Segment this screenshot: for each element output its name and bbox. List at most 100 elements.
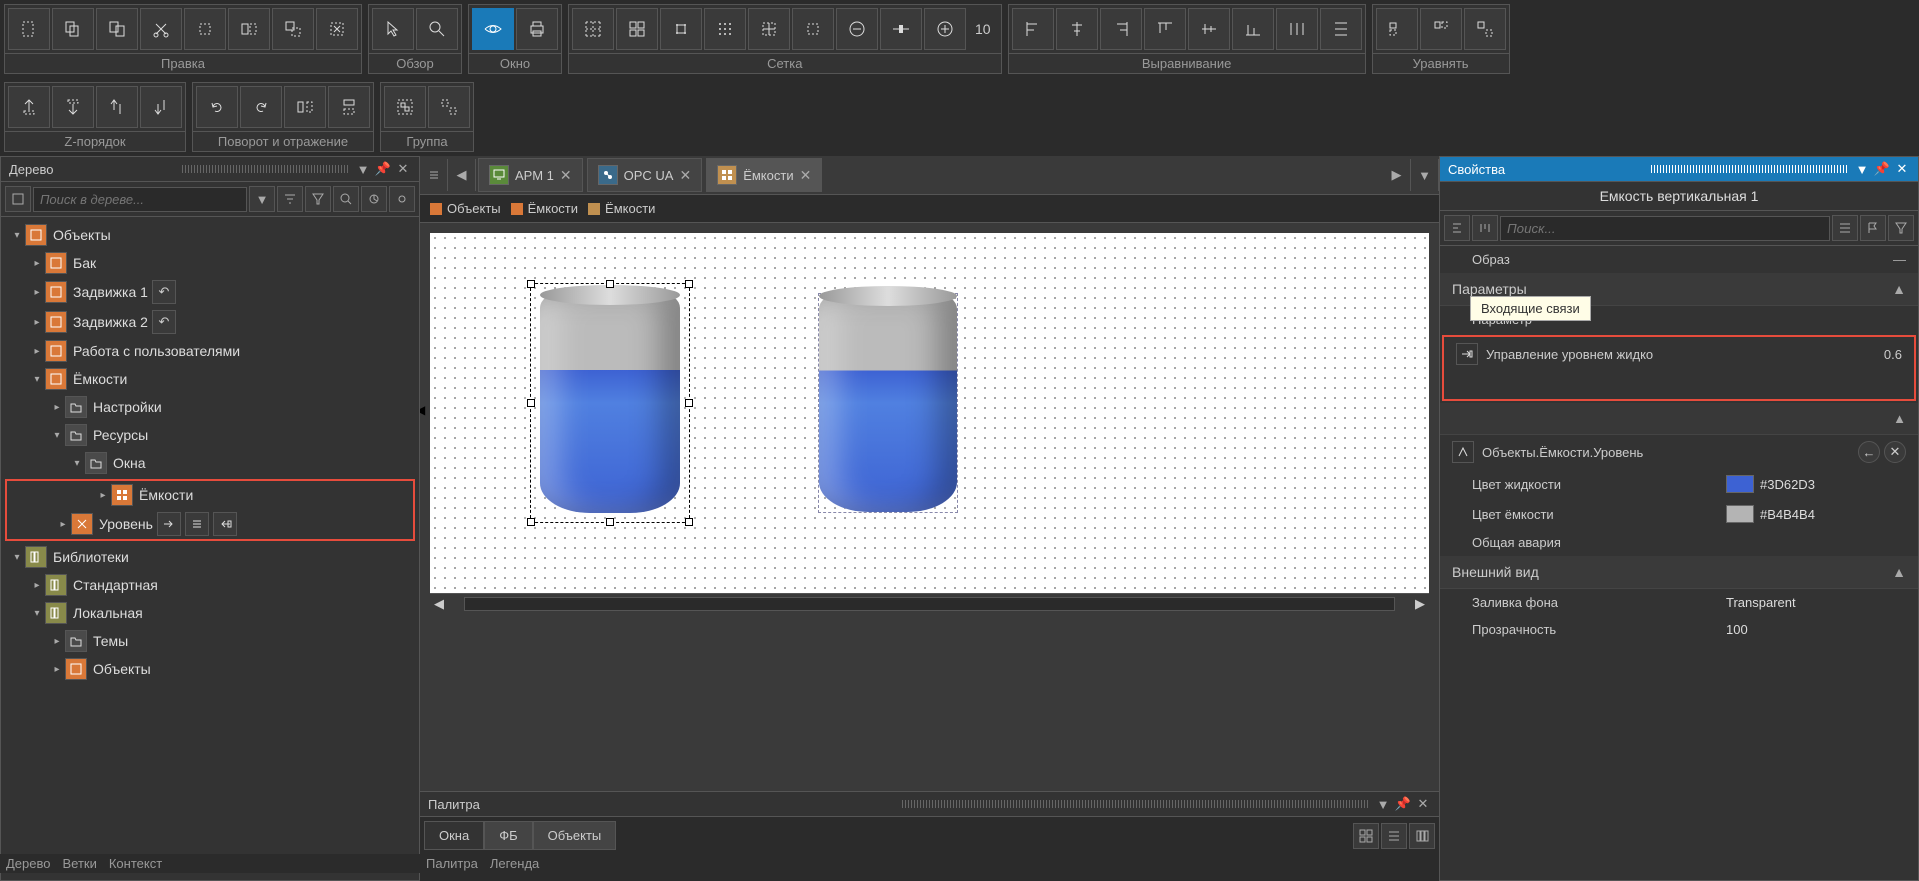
filter-button-2[interactable] [305, 186, 331, 212]
grid-btn-5[interactable] [748, 8, 790, 50]
select-all-button[interactable] [272, 8, 314, 50]
grid-slider[interactable] [880, 8, 922, 50]
tree-search-input[interactable] [33, 187, 247, 212]
breadcrumb-item[interactable]: Ёмкости [511, 201, 578, 216]
tree-item-bak[interactable]: ▸ Бак [1, 249, 419, 277]
liquid-level-row[interactable]: Управление уровнем жидко 0.6 [1444, 337, 1914, 371]
tree-item-themes[interactable]: ▸ Темы [1, 627, 419, 655]
tree-item-local[interactable]: ▾ Локальная [1, 599, 419, 627]
backward-button[interactable] [140, 86, 182, 128]
view-grid-large-button[interactable] [1353, 823, 1379, 849]
panel-grip[interactable] [902, 800, 1370, 808]
resize-handle-e[interactable] [685, 399, 693, 407]
close-icon[interactable]: ✕ [395, 161, 411, 177]
minus-icon[interactable]: — [1893, 252, 1906, 267]
group-button[interactable] [384, 86, 426, 128]
tree-root-objects[interactable]: ▾ Объекты [1, 221, 419, 249]
link-icon[interactable] [1456, 343, 1478, 365]
list-icon[interactable] [185, 512, 209, 536]
selection-box[interactable] [530, 283, 690, 523]
tab-opcua[interactable]: OPC UA ✕ [587, 158, 703, 192]
close-icon[interactable]: ✕ [560, 167, 572, 184]
close-icon[interactable]: ✕ [679, 167, 691, 184]
tree-item-settings[interactable]: ▸ Настройки [1, 393, 419, 421]
resize-handle-se[interactable] [685, 518, 693, 526]
param-value[interactable]: 0.6 [1884, 347, 1902, 362]
prop-value[interactable]: Transparent [1726, 595, 1906, 610]
print-button[interactable] [516, 8, 558, 50]
resize-handle-nw[interactable] [527, 280, 535, 288]
eq-height-button[interactable] [1420, 8, 1462, 50]
undo-icon[interactable]: ↶ [152, 310, 176, 334]
panel-grip[interactable] [1651, 165, 1848, 173]
tree-settings-button[interactable] [5, 186, 31, 212]
delete-button[interactable] [316, 8, 358, 50]
tree-item-resources[interactable]: ▾ Ресурсы [1, 421, 419, 449]
color-swatch[interactable] [1726, 475, 1754, 493]
grid-btn-1[interactable] [572, 8, 614, 50]
back-button[interactable]: ← [1858, 441, 1880, 463]
eq-size-button[interactable] [1464, 8, 1506, 50]
duplicate-button[interactable] [96, 8, 138, 50]
filter-button-1[interactable] [277, 186, 303, 212]
grid-btn-4[interactable] [704, 8, 746, 50]
palette-tab-fb[interactable]: ФБ [484, 821, 532, 850]
canvas-hscroll[interactable]: ◀ ▶ [430, 593, 1429, 613]
tree-item-valve1[interactable]: ▸ Задвижка 1 ↶ [1, 277, 419, 307]
link-out-icon[interactable] [213, 512, 237, 536]
resize-handle-w[interactable] [527, 399, 535, 407]
color-swatch[interactable] [1726, 505, 1754, 523]
zoom-in-button[interactable] [924, 8, 966, 50]
to-back-button[interactable] [52, 86, 94, 128]
align-top-button[interactable] [1144, 8, 1186, 50]
eq-width-button[interactable] [1376, 8, 1418, 50]
flip-h-button[interactable] [284, 86, 326, 128]
pin-icon[interactable]: 📌 [1395, 796, 1411, 812]
tree-item-lib-objects[interactable]: ▸ Объекты [1, 655, 419, 683]
view-columns-button[interactable] [1409, 823, 1435, 849]
forward-button[interactable] [96, 86, 138, 128]
prop-value[interactable]: #B4B4B4 [1726, 505, 1906, 523]
canvas[interactable]: ◀ [430, 233, 1429, 593]
grid-btn-2[interactable] [616, 8, 658, 50]
tab-arm[interactable]: АРМ 1 ✕ [478, 158, 583, 192]
rotate-ccw-button[interactable] [196, 86, 238, 128]
zoom-out-button[interactable] [836, 8, 878, 50]
tab-menu-button[interactable]: ▼ [1411, 159, 1439, 191]
panel-grip[interactable] [182, 165, 349, 173]
dropdown-icon[interactable]: ▼ [1854, 161, 1870, 177]
zoom-button[interactable] [416, 8, 458, 50]
tree-item-valve2[interactable]: ▸ Задвижка 2 ↶ [1, 307, 419, 337]
side-arrow-left[interactable]: ◀ [420, 403, 425, 417]
tree-root-libs[interactable]: ▾ Библиотеки [1, 543, 419, 571]
search-button[interactable] [333, 186, 359, 212]
tree-item-tanks-window[interactable]: ▸ Ёмкости [7, 481, 413, 509]
align-middle-button[interactable] [1188, 8, 1230, 50]
prop-flag-button[interactable] [1860, 215, 1886, 241]
scroll-track[interactable] [464, 597, 1395, 611]
prop-list-button[interactable] [1832, 215, 1858, 241]
ungroup-button[interactable] [428, 86, 470, 128]
align-bottom-button[interactable] [1232, 8, 1274, 50]
resize-handle-ne[interactable] [685, 280, 693, 288]
palette-tab-objects[interactable]: Объекты [533, 821, 617, 850]
tree-item-tanks[interactable]: ▾ Ёмкости [1, 365, 419, 393]
tree-item-level[interactable]: ▸ Уровень [7, 509, 413, 539]
prop-value[interactable]: 100 [1726, 622, 1906, 637]
tank-2[interactable] [818, 293, 958, 513]
distribute-v-button[interactable] [1320, 8, 1362, 50]
dropdown-icon[interactable]: ▼ [355, 161, 371, 177]
resize-handle-n[interactable] [606, 280, 614, 288]
cut-button[interactable] [140, 8, 182, 50]
link-button[interactable] [389, 186, 415, 212]
prop-btn-2[interactable] [1472, 215, 1498, 241]
close-icon[interactable]: ✕ [800, 167, 812, 184]
distribute-h-button[interactable] [1276, 8, 1318, 50]
palette-tab-windows[interactable]: Окна [424, 821, 484, 850]
align-left-button[interactable] [1012, 8, 1054, 50]
view-list-button[interactable] [1381, 823, 1407, 849]
tab-next-button[interactable]: ▶ [1383, 159, 1411, 191]
breadcrumb-item[interactable]: Объекты [430, 201, 501, 216]
grid-btn-3[interactable] [660, 8, 702, 50]
bottom-tab[interactable]: Палитра [426, 856, 478, 871]
